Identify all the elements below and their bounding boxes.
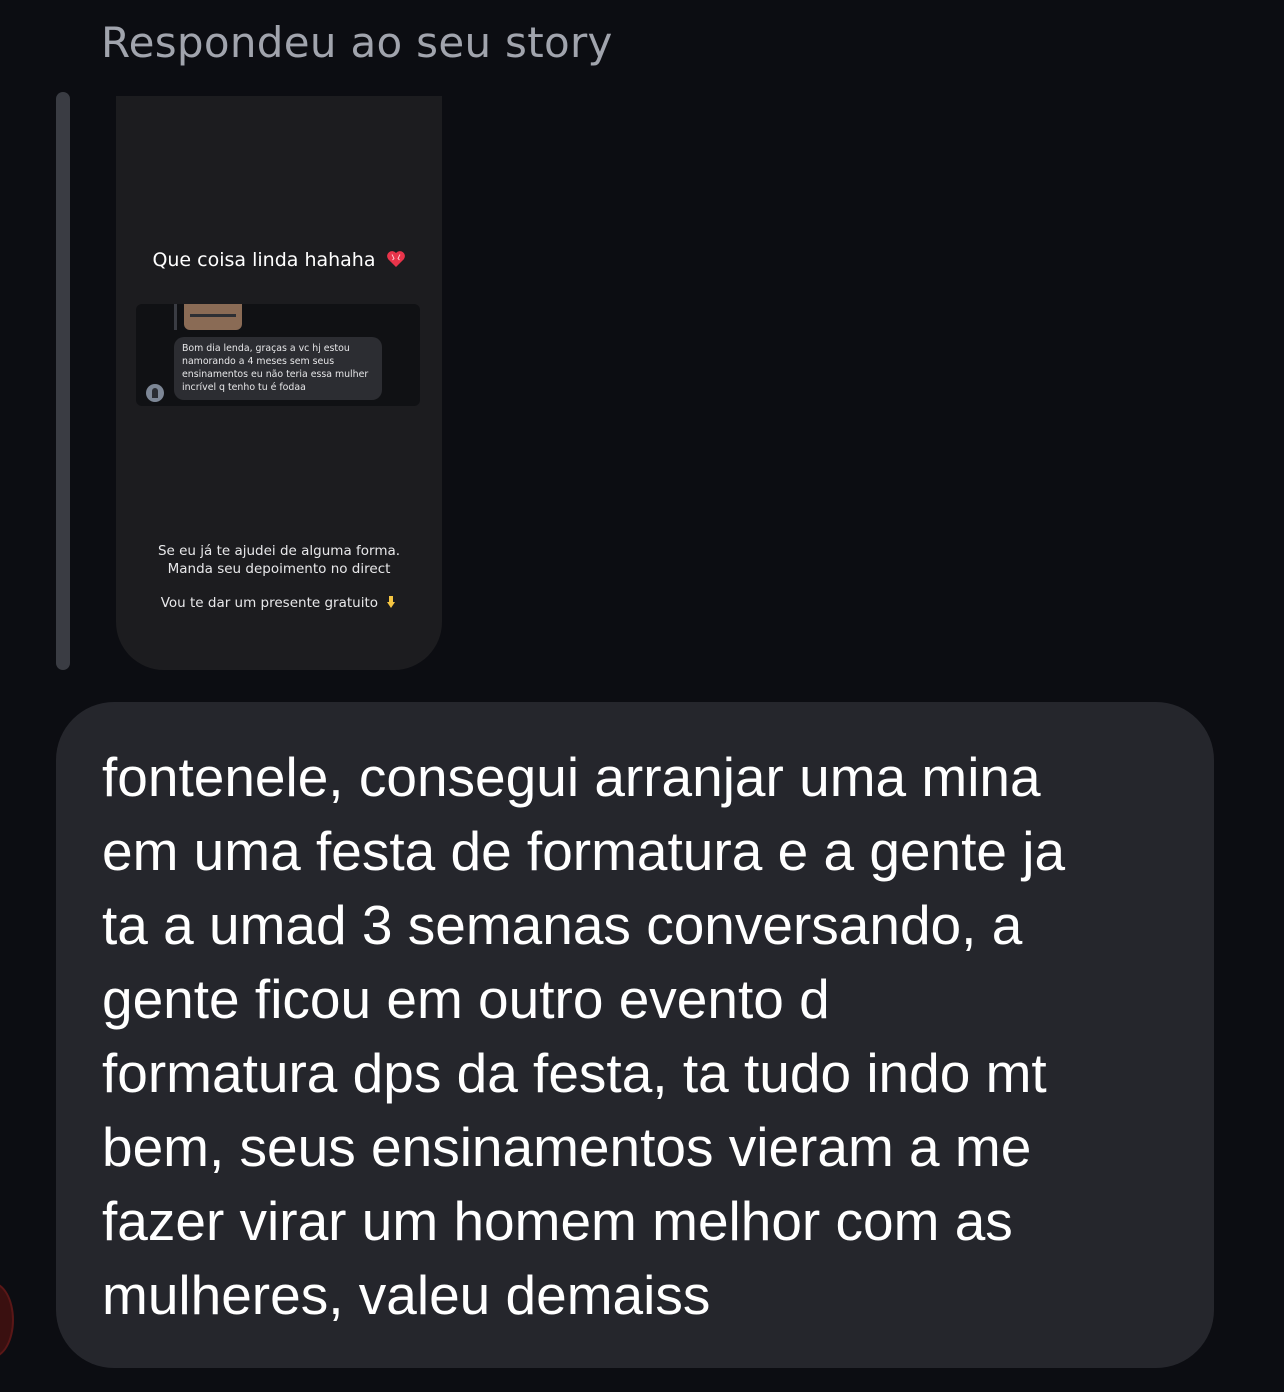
message-bubble[interactable]: fontenele, consegui arranjar uma mina em… xyxy=(56,702,1214,1368)
reply-quote-bar xyxy=(56,92,70,670)
reply-header: Respondeu ao seu story xyxy=(101,18,613,67)
inner-avatar xyxy=(146,384,164,402)
heart-icon xyxy=(386,251,405,267)
story-caption-line: Que coisa linda hahaha xyxy=(116,249,442,271)
thumb-strip xyxy=(190,314,236,317)
avatar[interactable] xyxy=(0,1282,14,1358)
story-footer: Se eu já te ajudei de alguma forma. Mand… xyxy=(116,542,442,612)
story-caption: Que coisa linda hahaha xyxy=(152,249,376,271)
message-text: fontenele, consegui arranjar uma mina em… xyxy=(102,746,1066,1326)
story-footer-line-3: Vou te dar um presente gratuito xyxy=(160,595,379,611)
story-preview[interactable]: Que coisa linda hahaha Bom dia lenda, gr… xyxy=(116,96,442,670)
pointing-down-icon xyxy=(387,596,396,608)
inner-message-bubble: Bom dia lenda, graças a vc hj estou namo… xyxy=(174,337,382,400)
story-footer-line-1: Se eu já te ajudei de alguma forma. xyxy=(157,543,401,559)
story-footer-line-2: Manda seu depoimento no direct xyxy=(167,561,391,577)
inner-story-thumbnail xyxy=(184,304,242,330)
story-footer-gift-line: Vou te dar um presente gratuito xyxy=(116,594,442,612)
inner-thread-line xyxy=(174,304,177,330)
story-inner-chat-screenshot: Bom dia lenda, graças a vc hj estou namo… xyxy=(136,304,420,406)
